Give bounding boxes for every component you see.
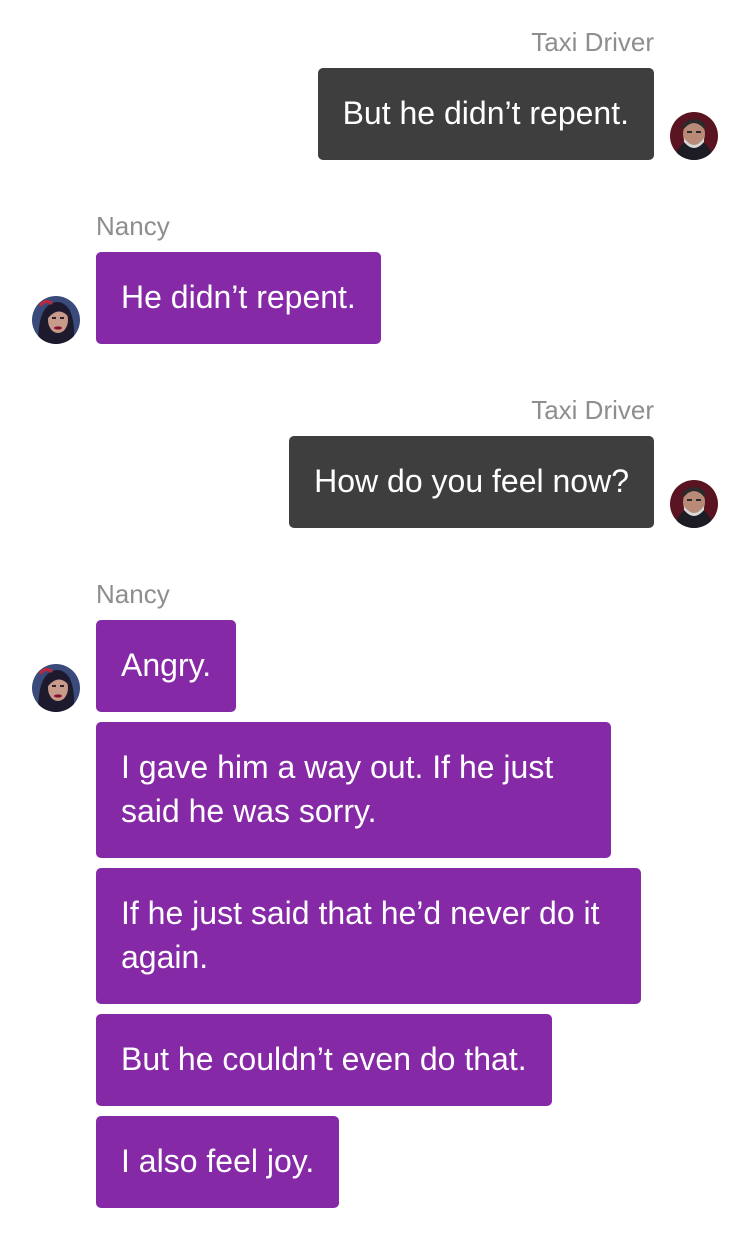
sender-name-taxi-driver: Taxi Driver — [531, 27, 654, 57]
message-bubble-incoming[interactable]: But he couldn’t even do that. — [96, 1014, 552, 1106]
sender-name-taxi-driver: Taxi Driver — [531, 395, 654, 425]
message-bubble-incoming[interactable]: Angry. — [96, 620, 237, 712]
message-bubble-outgoing[interactable]: How do you feel now? — [289, 436, 654, 528]
taxi-driver-avatar-icon[interactable] — [670, 480, 718, 528]
message-text: I gave him a way out. If he just said he… — [121, 749, 554, 829]
message-text: But he couldn’t even do that. — [121, 1041, 527, 1077]
nancy-avatar-icon[interactable] — [32, 664, 80, 712]
taxi-driver-avatar-icon[interactable] — [670, 112, 718, 160]
message-bubble-incoming[interactable]: I also feel joy. — [96, 1116, 340, 1208]
sender-name-nancy: Nancy — [96, 211, 170, 241]
message-text: I also feel joy. — [121, 1143, 315, 1179]
message-text: If he just said that he’d never do it ag… — [121, 895, 600, 975]
message-text: How do you feel now? — [314, 463, 629, 499]
message-text: He didn’t repent. — [121, 279, 356, 315]
nancy-avatar-icon[interactable] — [32, 296, 80, 344]
message-text: Angry. — [121, 647, 212, 683]
message-bubble-outgoing[interactable]: But he didn’t repent. — [317, 68, 654, 160]
message-bubble-incoming[interactable]: If he just said that he’d never do it ag… — [96, 868, 641, 1004]
message-bubble-incoming[interactable]: I gave him a way out. If he just said he… — [96, 722, 611, 858]
message-text: But he didn’t repent. — [342, 95, 629, 131]
message-bubble-incoming[interactable]: He didn’t repent. — [96, 252, 381, 344]
sender-name-nancy: Nancy — [96, 579, 170, 609]
